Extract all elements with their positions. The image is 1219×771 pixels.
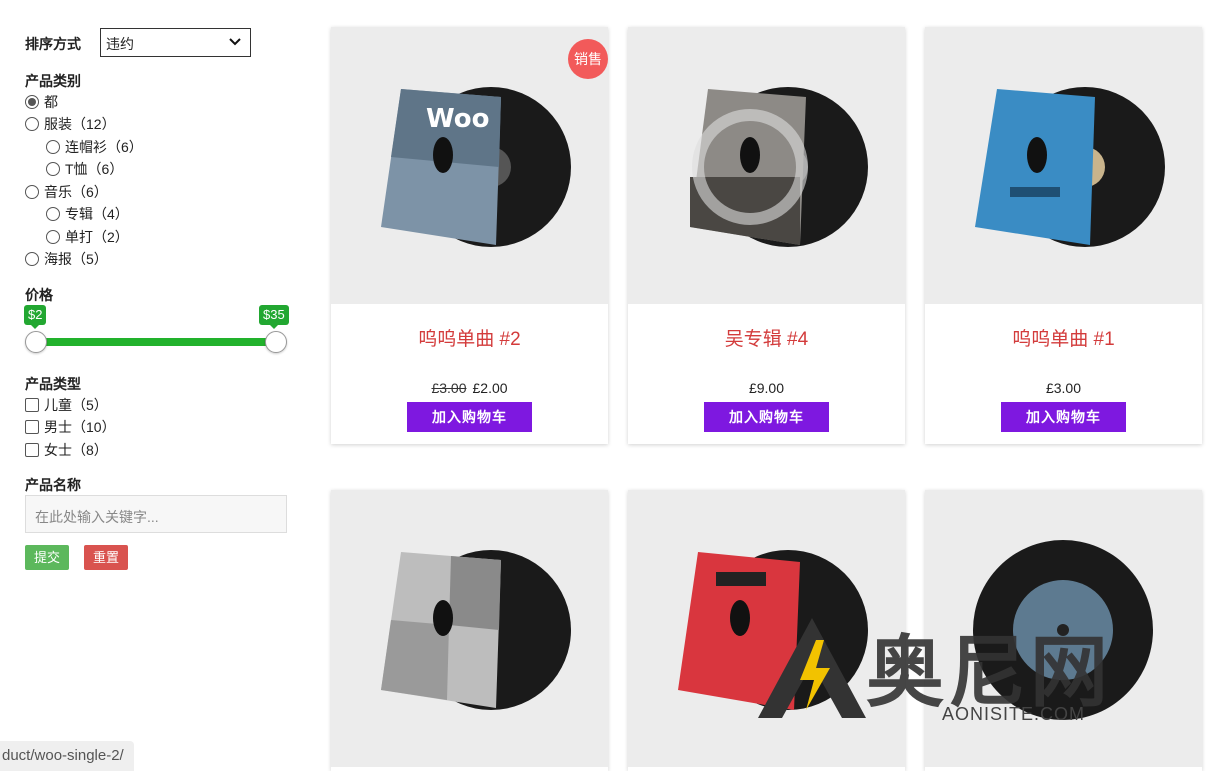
price-slider-track[interactable] xyxy=(36,338,276,346)
old-price: £3.00 xyxy=(431,380,467,396)
watermark: 奥尼网 AONISITE.COM xyxy=(750,610,1170,730)
name-label: 产品名称 xyxy=(25,477,81,493)
category-option-all[interactable]: 都 xyxy=(25,93,58,111)
price-slider-max-handle[interactable] xyxy=(265,331,287,353)
checkbox-icon[interactable] xyxy=(25,398,39,412)
type-option-women[interactable]: 女士（8） xyxy=(25,441,108,459)
type-label: 产品类型 xyxy=(25,376,81,392)
price-label: 价格 xyxy=(25,287,53,303)
submit-button[interactable]: 提交 xyxy=(25,545,69,570)
product-card[interactable] xyxy=(331,490,608,771)
category-option-albums[interactable]: 专辑（4） xyxy=(46,205,129,223)
product-image[interactable] xyxy=(331,490,608,767)
sale-badge: 销售 xyxy=(568,39,608,79)
checkbox-icon[interactable] xyxy=(25,443,39,457)
radio-icon[interactable] xyxy=(25,252,39,266)
radio-icon[interactable] xyxy=(46,230,60,244)
sort-select[interactable]: 违约 xyxy=(100,28,251,57)
add-to-cart-button[interactable]: 加入购物车 xyxy=(407,402,532,432)
product-card[interactable]: Woo 销售 呜呜单曲 #2 £3.00 £2.00 加入购物车 xyxy=(331,27,608,444)
product-title[interactable]: 呜呜单曲 #1 xyxy=(925,324,1202,350)
vinyl-record-image xyxy=(690,87,868,247)
product-image[interactable]: Woo 销售 xyxy=(331,27,608,304)
category-option-tshirts[interactable]: T恤（6） xyxy=(46,160,123,178)
radio-icon[interactable] xyxy=(25,95,39,109)
product-price: £9.00 xyxy=(628,380,905,398)
sort-value: 违约 xyxy=(106,36,134,52)
category-option-hoodies[interactable]: 连帽衫（6） xyxy=(46,138,143,156)
category-option-clothing[interactable]: 服装（12） xyxy=(25,115,116,133)
product-title[interactable]: 呜呜单曲 #2 xyxy=(331,324,608,350)
price-slider-min-handle[interactable] xyxy=(25,331,47,353)
watermark-sub: AONISITE.COM xyxy=(942,704,1086,724)
add-to-cart-button[interactable]: 加入购物车 xyxy=(1001,402,1126,432)
vinyl-record-image: Woo xyxy=(381,87,571,247)
reset-button[interactable]: 重置 xyxy=(84,545,128,570)
checkbox-icon[interactable] xyxy=(25,420,39,434)
product-card[interactable]: 呜呜单曲 #1 £3.00 加入购物车 xyxy=(925,27,1202,444)
sale-price: £2.00 xyxy=(472,380,508,396)
product-image[interactable] xyxy=(628,27,905,304)
svg-text:Woo: Woo xyxy=(426,104,489,134)
product-image[interactable] xyxy=(925,27,1202,304)
sort-label: 排序方式 xyxy=(25,36,81,52)
product-card[interactable]: 吴专辑 #4 £9.00 加入购物车 xyxy=(628,27,905,444)
vinyl-record-image xyxy=(381,550,571,710)
product-price-value: £3.00 xyxy=(1045,380,1082,396)
category-option-singles[interactable]: 单打（2） xyxy=(46,228,129,246)
add-to-cart-button[interactable]: 加入购物车 xyxy=(704,402,829,432)
keyword-input[interactable]: 在此处输入关键字... xyxy=(25,495,287,533)
product-price-value: £9.00 xyxy=(748,380,785,396)
category-option-music[interactable]: 音乐（6） xyxy=(25,183,108,201)
price-max-badge: $35 xyxy=(259,305,289,329)
filter-sidebar: 排序方式 违约 产品类别 都 服装（12） 连帽衫（6） T恤（6） 音乐（6）… xyxy=(0,0,310,771)
radio-icon[interactable] xyxy=(25,117,39,131)
price-min-badge: $2 xyxy=(24,305,47,329)
radio-icon[interactable] xyxy=(46,140,60,154)
product-price: £3.00 £2.00 xyxy=(331,380,608,398)
status-url: duct/woo-single-2/ xyxy=(0,741,134,771)
vinyl-record-image xyxy=(975,87,1165,247)
type-option-men[interactable]: 男士（10） xyxy=(25,418,116,436)
product-title[interactable]: 吴专辑 #4 xyxy=(628,324,905,350)
product-price: £3.00 xyxy=(925,380,1202,398)
radio-icon[interactable] xyxy=(25,185,39,199)
category-label: 产品类别 xyxy=(25,73,81,89)
type-option-kids[interactable]: 儿童（5） xyxy=(25,396,108,414)
category-option-posters[interactable]: 海报（5） xyxy=(25,250,108,268)
radio-icon[interactable] xyxy=(46,162,60,176)
chevron-down-icon xyxy=(229,38,241,46)
radio-icon[interactable] xyxy=(46,207,60,221)
